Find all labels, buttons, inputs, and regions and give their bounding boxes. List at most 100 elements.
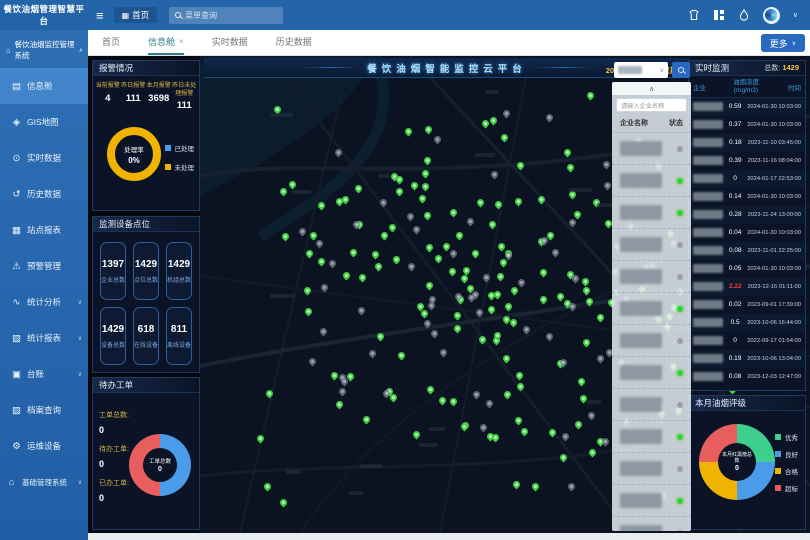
company-name-redacted <box>693 174 723 183</box>
sidebar-section-header[interactable]: ⌂ 餐饮油烟监控管理系统 ∧ <box>0 30 88 68</box>
timestamp: 2023-12-15 01:11:00 <box>748 284 801 290</box>
clock-icon: ⊙ <box>11 153 22 164</box>
realtime-rows: 0.592024-01-30 10:03:000.372024-01-30 10… <box>689 98 805 386</box>
map-search-button[interactable] <box>672 62 690 78</box>
legend-item: 良好 <box>775 449 798 459</box>
company-list-item[interactable] <box>612 133 691 165</box>
company-list-item[interactable] <box>612 229 691 261</box>
tab-0[interactable]: 首页 <box>102 30 120 55</box>
realtime-row[interactable]: 0.392023-11-16 08:04:00 <box>689 152 805 170</box>
layout-icon[interactable] <box>713 9 725 21</box>
sidebar-item-system[interactable]: ⌂基础管理系统∨ <box>0 464 88 500</box>
workorder-panel: 待办工单 工单总数:0待办工单:0已办工单:0 工单总数 0 <box>92 377 200 530</box>
company-name-redacted <box>693 372 723 381</box>
grid-icon: ▦ <box>122 11 130 20</box>
realtime-row[interactable]: 0.082023-12-03 12:47:00 <box>689 368 805 386</box>
realtime-row[interactable]: 0.022023-09-01 17:39:00 <box>689 296 805 314</box>
density-value: 0.14 <box>723 193 747 200</box>
home-chip[interactable]: ▦ 首页 <box>114 7 158 23</box>
company-list-item[interactable] <box>612 485 691 517</box>
company-list-item[interactable] <box>612 389 691 421</box>
sidebar-item-6[interactable]: ∿统计分析∨ <box>0 284 88 320</box>
company-list-item[interactable] <box>612 261 691 293</box>
company-list-item[interactable] <box>612 293 691 325</box>
timestamp: 2024-01-17 22:53:00 <box>747 176 801 182</box>
timestamp: 2023-11-01 22:25:00 <box>748 248 801 254</box>
close-icon[interactable]: × <box>179 37 184 46</box>
menu-search-input[interactable]: 菜单查询 <box>169 7 283 24</box>
realtime-total: 总数: 1429 <box>764 63 799 73</box>
sidebar-item-9[interactable]: ▨档案查询 <box>0 392 88 428</box>
company-list-item[interactable] <box>612 453 691 485</box>
realtime-row[interactable]: 0.142024-01-30 10:03:00 <box>689 188 805 206</box>
status-dot-offline <box>677 402 683 408</box>
realtime-row[interactable]: 0.082023-11-01 22:25:00 <box>689 242 805 260</box>
map-street-label <box>429 427 445 431</box>
alarm-legend: 已处理未处理 <box>165 143 195 172</box>
home-icon: ⌂ <box>6 46 11 55</box>
realtime-row[interactable]: 0.042024-01-30 10:03:00 <box>689 224 805 242</box>
realtime-row[interactable]: 0.052024-01-30 10:03:00 <box>689 260 805 278</box>
sidebar-item-7[interactable]: ▧统计报表∨ <box>0 320 88 356</box>
realtime-panel-title: 实时监测 <box>695 62 729 74</box>
ledger-icon: ▣ <box>11 369 22 380</box>
device-icon: ⚙ <box>11 441 22 452</box>
theme-icon[interactable] <box>688 9 700 21</box>
company-list-item[interactable] <box>612 325 691 357</box>
company-list-item[interactable] <box>612 197 691 229</box>
chevron-down-icon: ∨ <box>78 371 88 378</box>
company-name-redacted <box>620 269 662 284</box>
alarm-panel-title: 报警情况 <box>93 61 199 76</box>
avatar[interactable] <box>763 7 780 24</box>
company-list-item[interactable] <box>612 421 691 453</box>
tab-3[interactable]: 历史数据 <box>276 30 312 55</box>
realtime-row[interactable]: 0.192023-10-06 13:04:00 <box>689 350 805 368</box>
company-list-item[interactable] <box>612 165 691 197</box>
hamburger-menu-icon[interactable]: ≡ <box>96 8 104 23</box>
sidebar-item-10[interactable]: ⚙运维设备 <box>0 428 88 464</box>
timestamp: 2024-01-30 10:03:00 <box>747 266 801 272</box>
map-street-label <box>360 464 382 468</box>
sidebar-item-8[interactable]: ▣台账∨ <box>0 356 88 392</box>
device-panel-title: 监测设备点位 <box>93 217 199 232</box>
tab-2[interactable]: 实时数据 <box>212 30 248 55</box>
map-street-label <box>292 190 311 194</box>
company-name-redacted <box>620 525 662 531</box>
company-list-item[interactable] <box>612 357 691 389</box>
company-select[interactable]: ∨ <box>614 62 668 78</box>
realtime-row[interactable]: 02022-09-17 01:54:00 <box>689 332 805 350</box>
workorder-panel-title: 待办工单 <box>93 378 199 393</box>
collapse-caret-icon[interactable]: ∧ <box>612 82 691 95</box>
legend-item: 合格 <box>775 466 798 476</box>
density-value: 0.37 <box>723 121 747 128</box>
realtime-row[interactable]: 2.222023-12-15 01:11:00 <box>689 278 805 296</box>
alarm-stats: 当前报警4昨日报警111本月报警3698昨日未处理报警111 <box>93 76 199 113</box>
realtime-row[interactable]: 0.52023-10-06 16:44:00 <box>689 314 805 332</box>
sidebar-item-0[interactable]: ▤信息舱 <box>0 68 88 104</box>
company-name-input[interactable]: 请输入企业名称 <box>616 98 687 112</box>
realtime-row[interactable]: 02024-01-17 22:53:00 <box>689 170 805 188</box>
realtime-row[interactable]: 0.592024-01-30 10:03:00 <box>689 98 805 116</box>
realtime-row[interactable]: 0.372024-01-30 10:03:00 <box>689 116 805 134</box>
tab-1[interactable]: 信息舱× <box>148 30 184 55</box>
sidebar-item-5[interactable]: ⚠预警管理 <box>0 248 88 284</box>
device-panel: 监测设备点位 1397企业总数1429点位总数1429机组总数1429设备总数6… <box>92 216 200 373</box>
chevron-down-icon[interactable]: ∨ <box>793 11 798 19</box>
realtime-row[interactable]: 0.182023-11-10 03:45:00 <box>689 134 805 152</box>
sidebar-item-3[interactable]: ↺历史数据 <box>0 176 88 212</box>
sidebar-item-2[interactable]: ⊙实时数据 <box>0 140 88 176</box>
map-street-label <box>286 470 301 474</box>
density-value: 0.28 <box>723 211 748 218</box>
realtime-panel: 实时监测 总数: 1429 企业 油烟浓度 (mg/m3) 时间 0.59202… <box>688 60 806 391</box>
timestamp: 2023-12-03 12:47:00 <box>747 374 801 380</box>
sidebar-item-4[interactable]: ▦站点报表 <box>0 212 88 248</box>
sidebar-item-1[interactable]: ◈GIS地图 <box>0 104 88 140</box>
chevron-up-icon: ∧ <box>79 47 83 54</box>
realtime-row[interactable]: 0.282023-11-24 13:00:00 <box>689 206 805 224</box>
company-list-item[interactable] <box>612 517 691 531</box>
map-street-label <box>270 294 295 298</box>
more-button[interactable]: 更多∨ <box>761 34 805 52</box>
company-name-redacted <box>693 156 723 165</box>
company-name-redacted <box>693 138 723 147</box>
flame-icon[interactable] <box>738 9 750 21</box>
